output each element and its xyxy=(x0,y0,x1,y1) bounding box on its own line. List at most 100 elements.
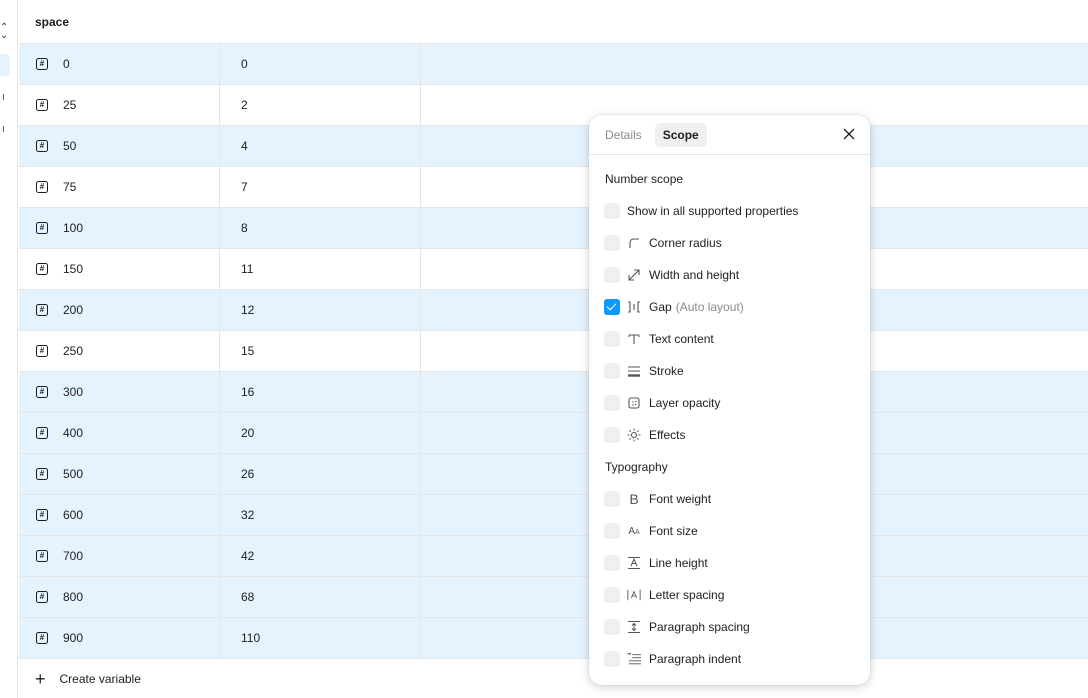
variable-name-cell[interactable]: #300 xyxy=(19,372,220,412)
show-all-checkbox[interactable] xyxy=(604,203,620,219)
variable-value: 68 xyxy=(241,590,255,604)
scope-checkbox[interactable] xyxy=(604,395,620,411)
scope-checkbox[interactable] xyxy=(604,299,620,315)
number-variable-icon: # xyxy=(36,99,48,111)
variable-value-cell[interactable]: 110 xyxy=(220,618,421,658)
variable-name-cell[interactable]: #100 xyxy=(19,208,220,248)
variable-name-cell[interactable]: #50 xyxy=(19,126,220,166)
tab-details[interactable]: Details xyxy=(597,123,650,147)
table-row[interactable]: #300 16 xyxy=(19,372,1088,413)
collapse-chevron-icon[interactable]: ⌃ ⌄ xyxy=(0,23,8,41)
variable-edit-popover: Details Scope Number scope Show in all s… xyxy=(589,115,870,685)
variable-value-cell[interactable]: 8 xyxy=(220,208,421,248)
table-row[interactable]: #25 2 xyxy=(19,85,1088,126)
variable-value-cell[interactable]: 42 xyxy=(220,536,421,576)
table-row[interactable]: #200 12 xyxy=(19,290,1088,331)
variable-name-cell[interactable]: #400 xyxy=(19,413,220,453)
scope-checkbox[interactable] xyxy=(604,587,620,603)
scope-option-label: Corner radius xyxy=(649,236,722,250)
scope-checkbox[interactable] xyxy=(604,427,620,443)
variable-name-cell[interactable]: #600 xyxy=(19,495,220,535)
scope-option[interactable]: Effects xyxy=(604,425,870,445)
variable-value-cell[interactable]: 68 xyxy=(220,577,421,617)
variable-value-cell[interactable]: 11 xyxy=(220,249,421,289)
table-row[interactable]: #75 7 xyxy=(19,167,1088,208)
table-row[interactable]: #150 11 xyxy=(19,249,1088,290)
variable-value-cell[interactable]: 2 xyxy=(220,85,421,125)
scope-option[interactable]: Letter spacing xyxy=(604,585,870,605)
variable-name-cell[interactable]: #75 xyxy=(19,167,220,207)
variable-name-cell[interactable]: #500 xyxy=(19,454,220,494)
scope-option[interactable]: B Font weight xyxy=(604,489,870,509)
variable-value-cell[interactable]: 32 xyxy=(220,495,421,535)
scope-option[interactable]: Layer opacity xyxy=(604,393,870,413)
table-row[interactable]: #0 0 xyxy=(19,44,1088,85)
variable-value-cell[interactable]: 20 xyxy=(220,413,421,453)
scope-option-label: Layer opacity xyxy=(649,396,721,410)
scope-option[interactable]: AA Font size xyxy=(604,521,870,541)
table-row[interactable]: #400 20 xyxy=(19,413,1088,454)
variable-name-cell[interactable]: #150 xyxy=(19,249,220,289)
scope-option-label: Font size xyxy=(649,524,698,538)
variable-name-cell[interactable]: #0 xyxy=(19,44,220,84)
corner-radius-icon xyxy=(627,236,641,250)
variable-value-cell[interactable]: 4 xyxy=(220,126,421,166)
scope-checkbox[interactable] xyxy=(604,491,620,507)
variable-value-cell[interactable]: 26 xyxy=(220,454,421,494)
table-row[interactable]: #800 68 xyxy=(19,577,1088,618)
sidebar-item-icon[interactable] xyxy=(0,126,4,132)
number-variable-icon: # xyxy=(36,222,48,234)
table-row[interactable]: #100 8 xyxy=(19,208,1088,249)
variable-name: 800 xyxy=(63,590,84,604)
variable-name: 400 xyxy=(63,426,84,440)
scope-option-label: Paragraph indent xyxy=(649,652,742,666)
scope-option[interactable]: Paragraph indent xyxy=(604,649,870,669)
variable-value-cell[interactable]: 0 xyxy=(220,44,421,84)
variable-name-cell[interactable]: #25 xyxy=(19,85,220,125)
scope-checkbox[interactable] xyxy=(604,523,620,539)
sidebar-item-icon[interactable] xyxy=(0,94,4,100)
create-variable-button[interactable]: + Create variable xyxy=(19,659,1088,698)
variable-value: 2 xyxy=(241,98,248,112)
scope-checkbox[interactable] xyxy=(604,651,620,667)
number-variable-icon: # xyxy=(36,304,48,316)
scope-checkbox[interactable] xyxy=(604,619,620,635)
variable-value-cell[interactable]: 16 xyxy=(220,372,421,412)
variable-value-cell[interactable]: 7 xyxy=(220,167,421,207)
variable-name-cell[interactable]: #700 xyxy=(19,536,220,576)
scope-option[interactable]: Text content xyxy=(604,329,870,349)
scope-option-label: Letter spacing xyxy=(649,588,725,602)
table-row[interactable]: #700 42 xyxy=(19,536,1088,577)
close-icon[interactable] xyxy=(842,127,856,141)
table-row[interactable]: #500 26 xyxy=(19,454,1088,495)
scope-option-label: Line height xyxy=(649,556,708,570)
variable-name: 0 xyxy=(63,57,70,71)
variable-name: 900 xyxy=(63,631,84,645)
variable-name-cell[interactable]: #200 xyxy=(19,290,220,330)
tab-scope[interactable]: Scope xyxy=(654,122,707,147)
variable-value-cell[interactable]: 12 xyxy=(220,290,421,330)
scope-checkbox[interactable] xyxy=(604,363,620,379)
scope-checkbox[interactable] xyxy=(604,555,620,571)
scope-option[interactable]: Width and height xyxy=(604,265,870,285)
sidebar-selected-item[interactable] xyxy=(0,54,10,76)
scope-option[interactable]: Gap (Auto layout) xyxy=(604,297,870,317)
table-row[interactable]: #600 32 xyxy=(19,495,1088,536)
scope-checkbox[interactable] xyxy=(604,235,620,251)
variable-name-cell[interactable]: #800 xyxy=(19,577,220,617)
font-size-icon: AA xyxy=(628,525,640,537)
scope-checkbox[interactable] xyxy=(604,267,620,283)
variable-value-cell[interactable]: 15 xyxy=(220,331,421,371)
scope-option-label: Paragraph spacing xyxy=(649,620,750,634)
variable-name-cell[interactable]: #900 xyxy=(19,618,220,658)
table-row[interactable]: #250 15 xyxy=(19,331,1088,372)
table-row[interactable]: #900 110 xyxy=(19,618,1088,659)
scope-option[interactable]: Corner radius xyxy=(604,233,870,253)
scope-option[interactable]: Line height xyxy=(604,553,870,573)
table-row[interactable]: #50 4 xyxy=(19,126,1088,167)
scope-option[interactable]: Stroke xyxy=(604,361,870,381)
show-all-option[interactable]: Show in all supported properties xyxy=(604,201,870,221)
scope-checkbox[interactable] xyxy=(604,331,620,347)
variable-name-cell[interactable]: #250 xyxy=(19,331,220,371)
scope-option[interactable]: Paragraph spacing xyxy=(604,617,870,637)
